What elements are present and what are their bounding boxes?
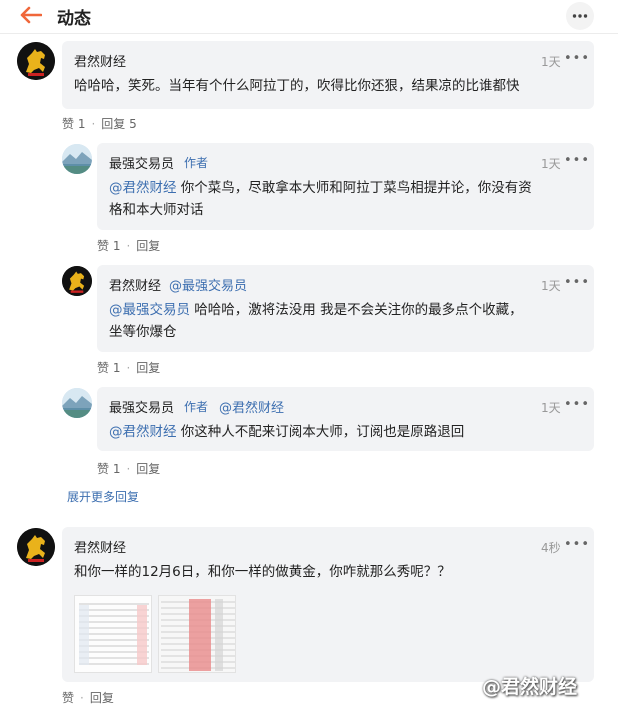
comment-bubble: 君然财经 1天 ••• 哈哈哈，笑死。当年有个什么阿拉丁的，吹得比你还狠，结果凉… [62, 41, 594, 109]
back-arrow-icon[interactable] [20, 6, 42, 24]
like-button[interactable]: 赞 1 [62, 117, 85, 131]
reply-time: 1天 [541, 279, 561, 293]
like-button[interactable]: 赞 1 [97, 361, 120, 375]
comment-more-icon[interactable]: ••• [564, 51, 590, 66]
reply-bubble: 君然财经 @最强交易员 1天 ••• @最强交易员 哈哈哈，激将法没用 我是不会… [97, 265, 594, 352]
horse-logo-icon [17, 42, 55, 80]
table-screenshot-icon [159, 596, 235, 672]
comment-actions: 赞 · 回复 [62, 691, 114, 705]
author-tag: 作者 [184, 400, 209, 414]
comment-text: 哈哈哈，笑死。当年有个什么阿拉丁的，吹得比你还狠，结果凉的比谁都快 [74, 78, 520, 94]
more-dots-icon [572, 14, 588, 18]
top-bar: 动态 [0, 0, 618, 34]
comment-time: 1天 [541, 55, 561, 69]
comment-author[interactable]: 君然财经 [74, 51, 126, 70]
like-button[interactable]: 赞 1 [97, 462, 120, 476]
mention-link[interactable]: @最强交易员 [109, 302, 190, 318]
horse-logo-icon [62, 266, 92, 296]
avatar-junran[interactable] [17, 42, 55, 80]
reply-button[interactable]: 回复 [90, 691, 114, 705]
reply-more-icon[interactable]: ••• [564, 153, 590, 168]
horse-logo-icon [17, 528, 55, 566]
reply-more-icon[interactable]: ••• [564, 397, 590, 412]
comment-more-icon[interactable]: ••• [564, 537, 590, 552]
author-tag: 作者 [184, 156, 209, 170]
mention-link[interactable]: @君然财经 [109, 424, 177, 440]
reply-time: 1天 [541, 157, 561, 171]
reply-text: @君然财经 你这种人不配来订阅本大师，订阅也是原路退回 [109, 424, 465, 440]
attached-screenshot-thumbnail[interactable] [74, 595, 152, 673]
reply-bubble: 最强交易员 作者 1天 ••• @君然财经 你个菜鸟，尽敢拿本大师和阿拉丁菜鸟相… [97, 143, 594, 230]
comment-text: 和你一样的12月6日，和你一样的做黄金，你咋就那么秀呢？？ [74, 564, 451, 580]
comment-time: 4秒 [541, 541, 561, 555]
reply-actions: 赞 1 · 回复 [97, 462, 161, 476]
attached-screenshot-thumbnail[interactable] [158, 595, 236, 673]
like-button[interactable]: 赞 [62, 691, 74, 705]
comment-bubble: 君然财经 4秒 ••• 和你一样的12月6日，和你一样的做黄金，你咋就那么秀呢？… [62, 527, 594, 682]
table-screenshot-icon [75, 596, 151, 672]
avatar-zuiqiang[interactable] [62, 144, 92, 174]
reply-author[interactable]: 最强交易员 [109, 153, 174, 172]
reply-more-icon[interactable]: ••• [564, 275, 590, 290]
lake-landscape-icon [62, 388, 92, 418]
reply-button[interactable]: 回复 [136, 462, 160, 476]
mention-link[interactable]: @君然财经 [109, 180, 177, 196]
reply-to-mention[interactable]: @最强交易员 [169, 275, 247, 294]
page-title: 动态 [57, 9, 91, 29]
watermark: @君然财经 [482, 676, 578, 698]
reply-bubble: 最强交易员 作者 @君然财经 1天 ••• @君然财经 你这种人不配来订阅本大师… [97, 387, 594, 451]
like-button[interactable]: 赞 1 [97, 239, 120, 253]
reply-author[interactable]: 最强交易员 [109, 397, 174, 416]
reply-text: @最强交易员 哈哈哈，激将法没用 我是不会关注你的最多点个收藏， 坐等你爆仓 [109, 302, 523, 340]
reply-button[interactable]: 回复 5 [101, 117, 136, 131]
expand-more-replies-link[interactable]: 展开更多回复 [67, 488, 139, 505]
reply-button[interactable]: 回复 [136, 239, 160, 253]
reply-text: @君然财经 你个菜鸟，尽敢拿本大师和阿拉丁菜鸟相提并论，你没有资 格和本大师对话 [109, 180, 532, 218]
reply-author[interactable]: 君然财经 [109, 275, 161, 294]
reply-actions: 赞 1 · 回复 [97, 361, 161, 375]
comment-actions: 赞 1 · 回复 5 [62, 117, 137, 131]
avatar-junran[interactable] [62, 266, 92, 296]
reply-actions: 赞 1 · 回复 [97, 239, 161, 253]
reply-time: 1天 [541, 401, 561, 415]
reply-to-mention[interactable]: @君然财经 [219, 397, 284, 416]
reply-button[interactable]: 回复 [136, 361, 160, 375]
avatar-zuiqiang[interactable] [62, 388, 92, 418]
lake-landscape-icon [62, 144, 92, 174]
comment-author[interactable]: 君然财经 [74, 537, 126, 556]
avatar-junran[interactable] [17, 528, 55, 566]
more-options-button[interactable] [566, 2, 594, 30]
